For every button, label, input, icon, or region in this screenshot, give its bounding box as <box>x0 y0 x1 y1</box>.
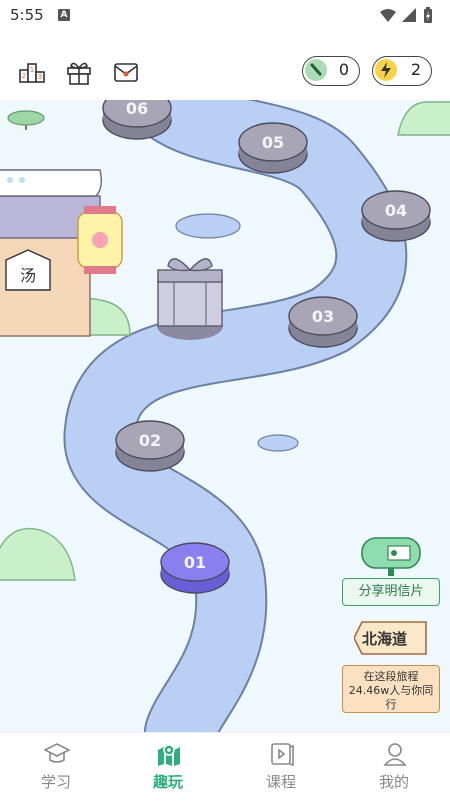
journey-line-1: 在这段旅程 <box>363 670 419 683</box>
lightning-icon <box>375 59 397 81</box>
puddle <box>257 434 299 452</box>
tab-mine-label: 我的 <box>378 773 409 791</box>
house-sign-label: 汤 <box>20 266 36 285</box>
location-name: 北海道 <box>362 630 408 648</box>
level-node-label: 04 <box>385 201 407 220</box>
tab-study-label: 学习 <box>40 773 71 791</box>
level-node-02[interactable]: 02 <box>115 420 185 472</box>
mail-icon[interactable] <box>112 58 140 86</box>
person-icon <box>382 741 408 767</box>
journey-map: 汤 06 05 04 03 02 01 分享明信片 北海道 在这段旅程 24.4… <box>0 100 450 732</box>
share-postcard-button[interactable]: 分享明信片 <box>342 578 440 606</box>
level-node-03[interactable]: 03 <box>288 296 358 348</box>
svg-text:3: 3 <box>38 73 42 81</box>
top-bar: 1 2 3 0 2 <box>0 52 450 98</box>
leaderboard-icon[interactable]: 1 2 3 <box>18 58 46 86</box>
tab-mine[interactable]: 我的 <box>338 733 450 801</box>
energy-counter[interactable]: 2 <box>372 56 432 86</box>
level-node-label: 03 <box>312 307 334 326</box>
system-icons <box>378 6 442 30</box>
coin-icon <box>305 59 327 81</box>
wifi-icon <box>380 9 396 22</box>
bush <box>397 101 450 136</box>
location-signpost[interactable]: 北海道 <box>354 620 428 656</box>
tab-study[interactable]: 学习 <box>0 733 112 801</box>
puddle <box>175 213 241 239</box>
tab-play[interactable]: 趣玩 <box>112 733 224 801</box>
graduation-cap-icon <box>43 741 71 767</box>
journey-companions-card[interactable]: 在这段旅程 24.46w人与你同 行 <box>342 665 440 713</box>
tab-courses[interactable]: 课程 <box>225 733 337 801</box>
energy-count: 2 <box>410 60 421 79</box>
battery-icon <box>424 7 432 23</box>
level-node-label: 01 <box>184 553 206 572</box>
svg-text:1: 1 <box>30 66 34 74</box>
level-node-06[interactable]: 06 <box>102 100 172 140</box>
bottom-tab-bar: 学习 趣玩 课程 我的 <box>0 732 450 801</box>
tab-courses-label: 课程 <box>265 773 296 791</box>
bush <box>0 528 76 581</box>
app-notification-icon: A <box>58 9 70 21</box>
svg-text:2: 2 <box>22 72 26 80</box>
level-node-label: 02 <box>139 431 161 450</box>
video-book-icon <box>269 741 295 767</box>
level-node-04[interactable]: 04 <box>361 190 431 242</box>
postcard-mailbox-icon[interactable] <box>358 532 424 576</box>
level-node-label: 06 <box>126 100 148 118</box>
status-bar: 5:55 A <box>0 0 450 32</box>
coin-count: 0 <box>338 60 349 79</box>
level-node-05[interactable]: 05 <box>238 122 308 174</box>
signal-icon <box>402 8 416 22</box>
journey-line-3: 行 <box>385 698 397 711</box>
map-icon <box>156 741 182 767</box>
tab-play-label: 趣玩 <box>152 773 183 791</box>
journey-line-2: 24.46w人与你同 <box>348 684 434 697</box>
status-time: 5:55 <box>10 6 44 24</box>
pine-tree <box>7 110 45 130</box>
gift-box-landmark <box>157 258 223 340</box>
gift-icon[interactable] <box>65 58 93 86</box>
coin-counter[interactable]: 0 <box>302 56 360 86</box>
level-node-01[interactable]: 01 <box>160 542 230 594</box>
level-node-label: 05 <box>262 133 284 152</box>
